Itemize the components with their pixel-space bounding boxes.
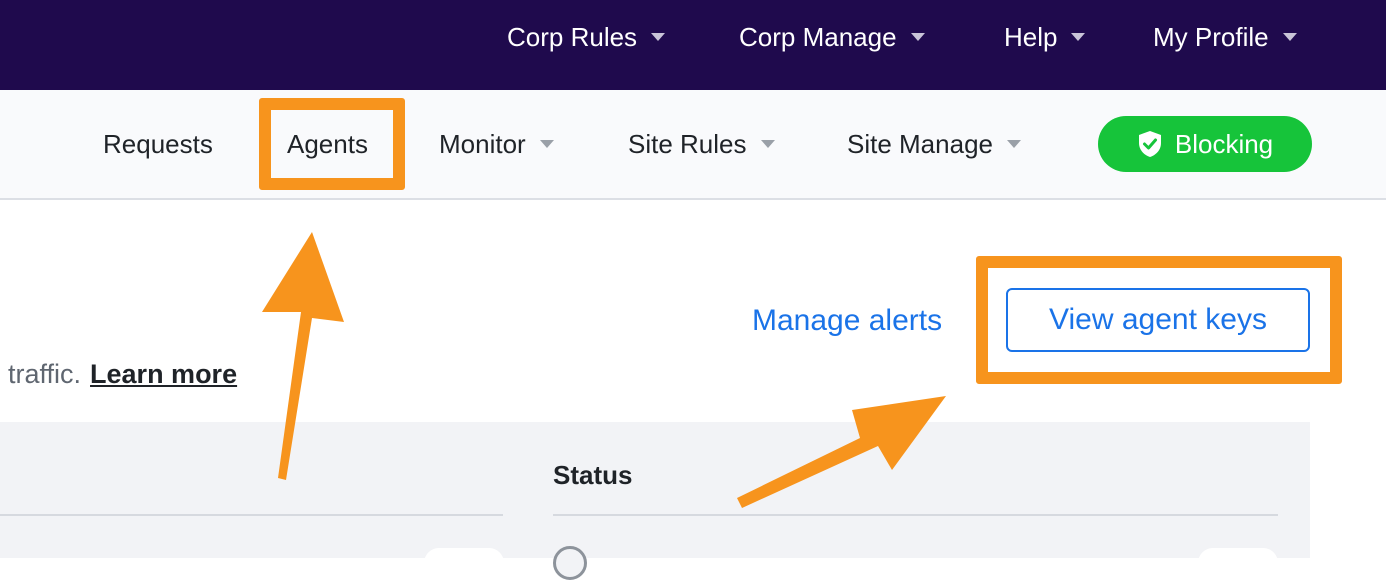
view-agent-keys-button[interactable]: View agent keys — [1006, 288, 1310, 352]
learn-more-link[interactable]: Learn more — [90, 359, 237, 390]
agents-table-panel — [0, 422, 1310, 558]
manage-alerts-label: Manage alerts — [752, 304, 943, 337]
description-text: traffic. — [8, 358, 82, 389]
filter-input[interactable] — [424, 548, 504, 578]
filter-input[interactable] — [1198, 548, 1278, 578]
status-radio[interactable] — [553, 546, 587, 580]
requests-tab[interactable]: Requests — [103, 90, 213, 198]
site-rules-label: Site Rules — [628, 128, 747, 159]
chevron-down-icon — [760, 140, 775, 148]
chevron-down-icon — [1282, 33, 1297, 41]
blocking-mode-button[interactable]: Blocking — [1098, 116, 1312, 172]
view-agent-keys-label: View agent keys — [1049, 303, 1267, 336]
help-menu[interactable]: Help — [1004, 0, 1086, 74]
corp-manage-label: Corp Manage — [739, 21, 897, 52]
site-rules-menu[interactable]: Site Rules — [628, 90, 775, 198]
agents-tab[interactable]: Agents — [287, 90, 368, 198]
monitor-label: Monitor — [439, 128, 526, 159]
manage-alerts-link[interactable]: Manage alerts — [752, 300, 942, 342]
page-description: traffic. Learn more — [8, 354, 237, 394]
top-nav-bar: Corp Rules Corp Manage Help My Profile — [0, 0, 1386, 90]
corp-manage-menu[interactable]: Corp Manage — [739, 0, 925, 74]
status-column-header: Status — [553, 460, 633, 490]
site-manage-label: Site Manage — [847, 128, 993, 159]
agents-label: Agents — [287, 128, 368, 159]
chevron-down-icon — [1006, 140, 1021, 148]
requests-label: Requests — [103, 128, 213, 159]
site-manage-menu[interactable]: Site Manage — [847, 90, 1021, 198]
corp-rules-label: Corp Rules — [507, 21, 638, 52]
corp-rules-menu[interactable]: Corp Rules — [507, 0, 666, 74]
table-divider — [0, 514, 503, 516]
my-profile-menu[interactable]: My Profile — [1153, 0, 1297, 74]
chevron-down-icon — [910, 33, 925, 41]
chevron-down-icon — [651, 33, 666, 41]
table-divider — [553, 514, 1278, 516]
monitor-menu[interactable]: Monitor — [439, 90, 554, 198]
chevron-down-icon — [539, 140, 554, 148]
blocking-label: Blocking — [1174, 128, 1274, 159]
shield-check-icon — [1138, 131, 1161, 157]
help-label: Help — [1004, 21, 1058, 52]
chevron-down-icon — [1071, 33, 1086, 41]
my-profile-label: My Profile — [1153, 21, 1269, 52]
